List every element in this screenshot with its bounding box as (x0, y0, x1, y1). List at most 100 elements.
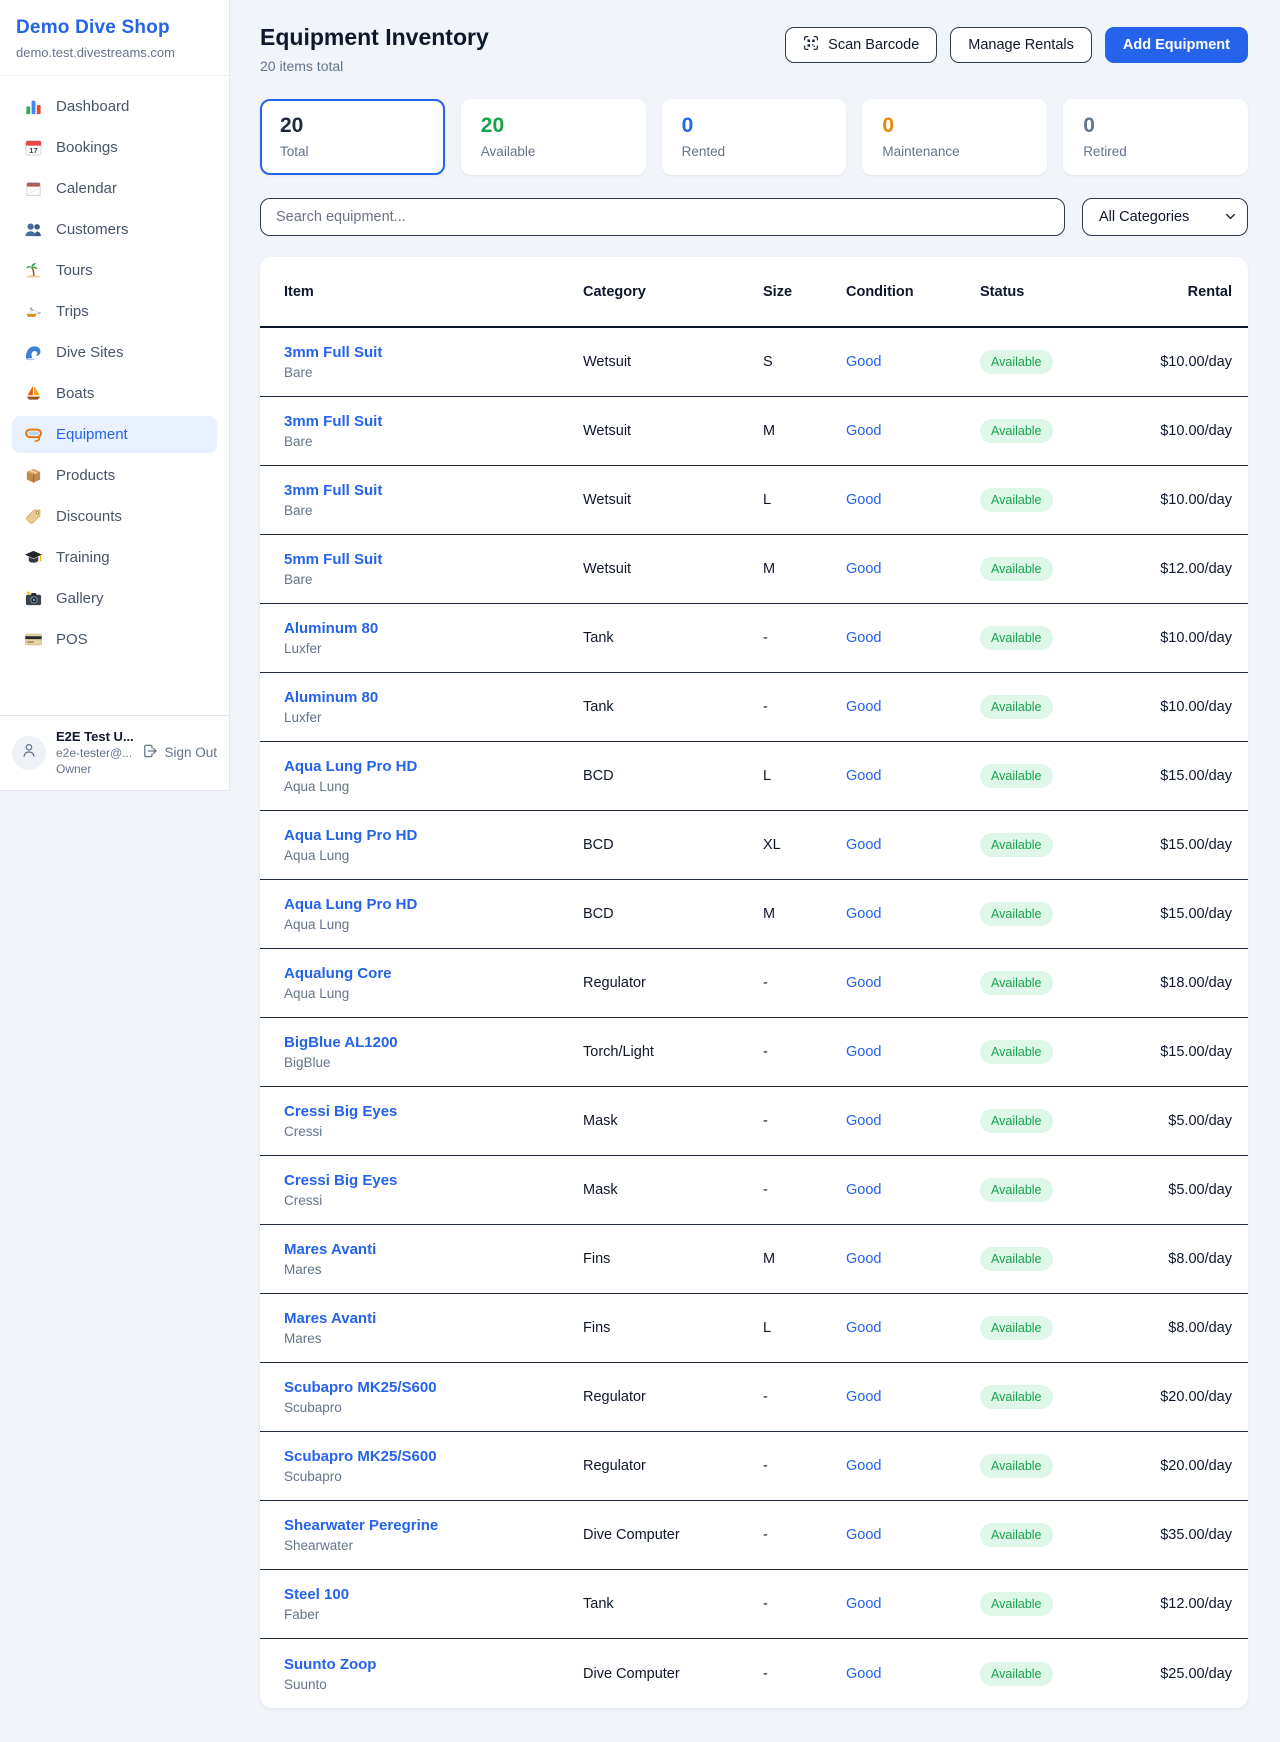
item-name-link[interactable]: Mares Avanti (284, 1241, 376, 1258)
sign-out-button[interactable]: Sign Out (142, 743, 217, 762)
stat-card-available[interactable]: 20Available (461, 99, 646, 175)
sidebar-item-bookings[interactable]: 17 Bookings (12, 129, 217, 166)
page-title: Equipment Inventory (260, 24, 489, 51)
item-name-link[interactable]: Steel 100 (284, 1586, 349, 1603)
table-row: 5mm Full Suit Bare Wetsuit M Good Availa… (260, 535, 1248, 604)
item-name-link[interactable]: Aqua Lung Pro HD (284, 758, 417, 775)
table-row: Aqua Lung Pro HD Aqua Lung BCD M Good Av… (260, 880, 1248, 949)
status-badge: Available (980, 1592, 1053, 1616)
main-content: Equipment Inventory 20 items total Scan … (230, 0, 1280, 1708)
category-cell: Regulator (583, 1458, 763, 1474)
status-badge: Available (980, 1316, 1053, 1340)
item-name-link[interactable]: 5mm Full Suit (284, 551, 382, 568)
item-name-link[interactable]: 3mm Full Suit (284, 413, 382, 430)
item-name-link[interactable]: BigBlue AL1200 (284, 1034, 398, 1051)
item-name-link[interactable]: Aqua Lung Pro HD (284, 896, 417, 913)
people-icon (24, 220, 43, 239)
status-badge: Available (980, 971, 1053, 995)
item-name-link[interactable]: Aluminum 80 (284, 620, 378, 637)
category-cell: Mask (583, 1113, 763, 1129)
category-cell: Wetsuit (583, 561, 763, 577)
sidebar-item-dashboard[interactable]: Dashboard (12, 88, 217, 125)
stat-label: Rented (682, 144, 827, 159)
tag-icon (24, 507, 43, 526)
condition-cell: Good (846, 1666, 980, 1682)
scan-barcode-button[interactable]: Scan Barcode (785, 27, 937, 63)
sidebar-item-training[interactable]: Training (12, 539, 217, 576)
item-brand: Aqua Lung (284, 848, 583, 863)
person-icon (20, 741, 38, 764)
stats-row: 20Total20Available0Rented0Maintenance0Re… (260, 99, 1248, 175)
package-icon (24, 466, 43, 485)
stat-card-retired[interactable]: 0Retired (1063, 99, 1248, 175)
col-header-condition: Condition (846, 284, 980, 300)
stat-card-rented[interactable]: 0Rented (662, 99, 847, 175)
category-select[interactable]: All Categories (1082, 198, 1248, 236)
size-cell: - (763, 630, 846, 646)
status-badge: Available (980, 1178, 1053, 1202)
sidebar-item-gallery[interactable]: Gallery (12, 580, 217, 617)
item-name-link[interactable]: Aqualung Core (284, 965, 392, 982)
sidebar-item-equipment[interactable]: Equipment (12, 416, 217, 453)
stat-card-total[interactable]: 20Total (260, 99, 445, 175)
item-brand: Mares (284, 1331, 583, 1346)
sidebar-item-products[interactable]: Products (12, 457, 217, 494)
size-cell: M (763, 906, 846, 922)
sidebar-item-trips[interactable]: Trips (12, 293, 217, 330)
item-name-link[interactable]: Mares Avanti (284, 1310, 376, 1327)
sidebar-item-label: Boats (56, 385, 94, 402)
category-cell: Dive Computer (583, 1527, 763, 1543)
sidebar-item-discounts[interactable]: Discounts (12, 498, 217, 535)
sidebar-item-label: Gallery (56, 590, 104, 607)
user-email: e2e-tester@... (56, 746, 132, 760)
item-brand: Aqua Lung (284, 779, 583, 794)
rental-rate-cell: $8.00/day (1140, 1320, 1232, 1336)
stat-label: Available (481, 144, 626, 159)
rental-rate-cell: $10.00/day (1140, 699, 1232, 715)
add-equipment-button[interactable]: Add Equipment (1105, 27, 1248, 63)
sidebar-item-pos[interactable]: POS (12, 621, 217, 658)
status-badge: Available (980, 1385, 1053, 1409)
category-cell: Dive Computer (583, 1666, 763, 1682)
stat-card-maintenance[interactable]: 0Maintenance (862, 99, 1047, 175)
item-name-link[interactable]: Suunto Zoop (284, 1656, 376, 1673)
sidebar-item-calendar[interactable]: Calendar (12, 170, 217, 207)
item-name-link[interactable]: Scubapro MK25/S600 (284, 1379, 437, 1396)
item-name-link[interactable]: Cressi Big Eyes (284, 1103, 397, 1120)
table-row: Aluminum 80 Luxfer Tank - Good Available… (260, 673, 1248, 742)
size-cell: - (763, 1389, 846, 1405)
item-name-link[interactable]: Cressi Big Eyes (284, 1172, 397, 1189)
sidebar-item-label: Products (56, 467, 115, 484)
items-total-count: 20 items total (260, 58, 489, 74)
sidebar-item-dive-sites[interactable]: Dive Sites (12, 334, 217, 371)
condition-cell: Good (846, 492, 980, 508)
island-icon (24, 261, 43, 280)
condition-cell: Good (846, 837, 980, 853)
category-cell: Wetsuit (583, 492, 763, 508)
size-cell: XL (763, 837, 846, 853)
item-name-link[interactable]: 3mm Full Suit (284, 344, 382, 361)
sidebar-item-label: Bookings (56, 139, 118, 156)
condition-cell: Good (846, 906, 980, 922)
status-badge: Available (980, 1523, 1053, 1547)
item-name-link[interactable]: Scubapro MK25/S600 (284, 1448, 437, 1465)
status-badge: Available (980, 1109, 1053, 1133)
item-name-link[interactable]: Aqua Lung Pro HD (284, 827, 417, 844)
table-row: Scubapro MK25/S600 Scubapro Regulator - … (260, 1432, 1248, 1501)
item-name-link[interactable]: Shearwater Peregrine (284, 1517, 438, 1534)
sidebar-item-boats[interactable]: Boats (12, 375, 217, 412)
item-name-link[interactable]: Aluminum 80 (284, 689, 378, 706)
col-header-size: Size (763, 284, 846, 300)
search-input[interactable] (260, 198, 1065, 236)
add-equipment-label: Add Equipment (1123, 37, 1230, 53)
category-cell: Regulator (583, 1389, 763, 1405)
status-badge: Available (980, 1247, 1053, 1271)
col-header-status: Status (980, 284, 1140, 300)
svg-text:17: 17 (29, 146, 37, 155)
sidebar-item-tours[interactable]: Tours (12, 252, 217, 289)
manage-rentals-button[interactable]: Manage Rentals (950, 27, 1092, 63)
table-row: Mares Avanti Mares Fins L Good Available… (260, 1294, 1248, 1363)
sidebar-item-customers[interactable]: Customers (12, 211, 217, 248)
status-badge: Available (980, 695, 1053, 719)
item-name-link[interactable]: 3mm Full Suit (284, 482, 382, 499)
